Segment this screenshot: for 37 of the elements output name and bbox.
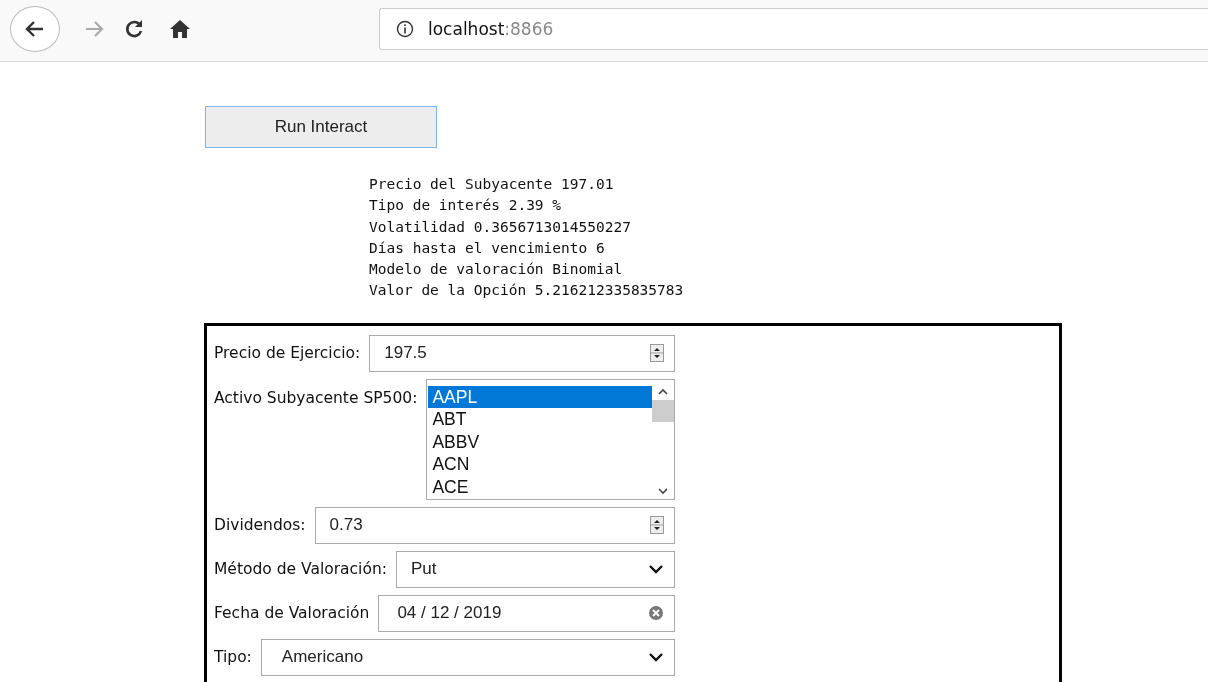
output-line: Modelo de valoración Binomial xyxy=(369,260,624,280)
output-line: Días hasta el vencimiento 6 xyxy=(369,238,606,258)
select-field[interactable]: Americano xyxy=(260,638,675,676)
date-field[interactable]: 04 / 12 / 2019 xyxy=(378,594,675,632)
scroll-down-icon[interactable] xyxy=(658,486,668,495)
spinner-icon[interactable] xyxy=(650,344,664,363)
output-line: Tipo de interés 2.39 % xyxy=(369,196,563,216)
field-label: Dividendos: xyxy=(214,516,306,535)
list-box[interactable]: AAPL ABT ABBV ACN ACE xyxy=(426,378,675,500)
list-option[interactable]: ACE xyxy=(428,475,652,499)
field-label: Fecha de Valoración xyxy=(214,604,370,623)
list-option[interactable]: AAPL xyxy=(428,385,652,409)
scroll-up-icon[interactable] xyxy=(658,387,668,396)
url-host: localhost xyxy=(428,18,505,39)
output-line: Valor de la Opción 5.216212335835783 xyxy=(369,281,685,301)
address-bar[interactable]: localhost:8866 xyxy=(379,7,1208,50)
field-label: Tipo: xyxy=(214,648,252,667)
list-option[interactable]: ACN xyxy=(428,453,652,476)
spinner-icon[interactable] xyxy=(650,516,664,535)
number-field[interactable]: 197.5 xyxy=(369,334,675,372)
output-line: Volatilidad 0.3656713014550227 xyxy=(369,217,632,237)
chevron-down-icon xyxy=(648,652,664,663)
scrollbar-thumb[interactable] xyxy=(652,399,674,422)
field-label: Método de Valoración: xyxy=(214,560,387,579)
chevron-down-icon xyxy=(648,564,664,575)
info-icon[interactable] xyxy=(396,19,414,38)
list-option[interactable]: ABT xyxy=(428,408,652,431)
run-button[interactable]: Run Interact xyxy=(205,106,437,148)
number-field[interactable]: 0.73 xyxy=(314,506,675,544)
select-field[interactable]: Put xyxy=(395,550,675,588)
list-option[interactable]: ABBV xyxy=(428,430,652,454)
field-label: Precio de Ejercicio: xyxy=(214,344,361,363)
clear-icon[interactable] xyxy=(648,605,664,622)
url-port: :8866 xyxy=(504,18,554,39)
back-button[interactable] xyxy=(10,5,60,52)
output-line: Precio del Subyacente 197.01 xyxy=(369,175,615,194)
field-label: Activo Subyacente SP500: xyxy=(214,388,418,407)
